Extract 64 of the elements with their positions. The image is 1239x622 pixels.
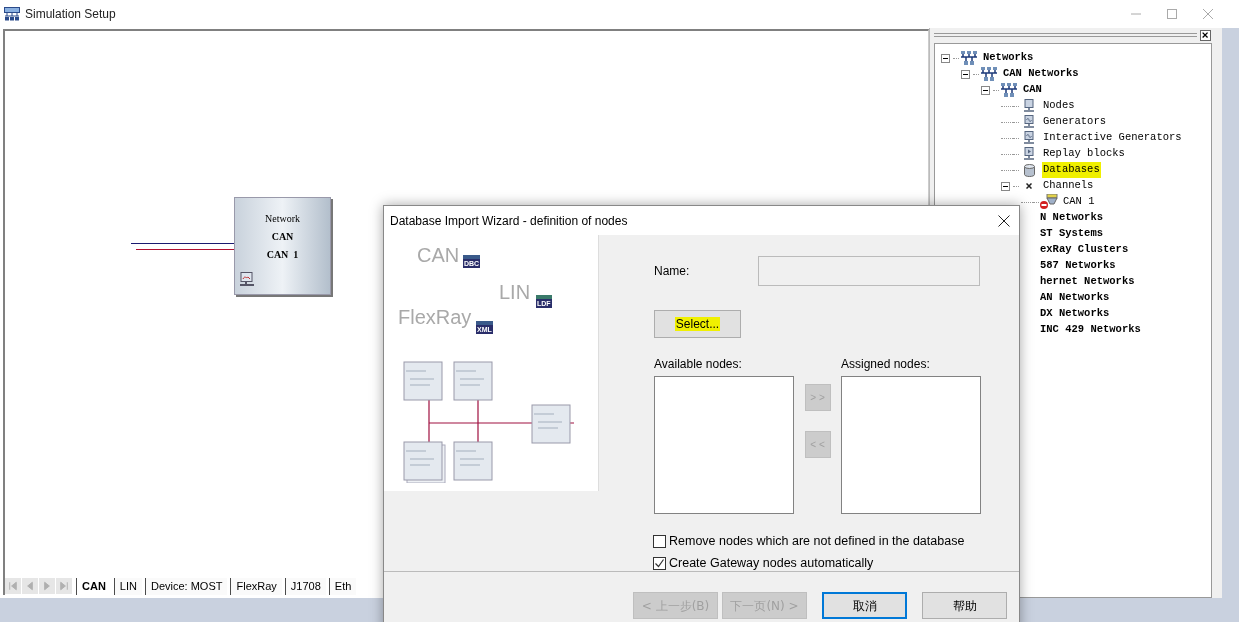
checkbox-label: Remove nodes which are not defined in the database — [669, 532, 965, 550]
select-button[interactable]: Select... — [654, 310, 741, 338]
dialog-title: Database Import Wizard - definition of nodes — [390, 212, 628, 230]
illustration-label: CAN — [417, 243, 460, 268]
close-icon[interactable] — [998, 214, 1010, 227]
available-nodes-list[interactable] — [654, 376, 794, 514]
connector-icon — [1039, 194, 1059, 210]
block-heading: Network — [265, 212, 300, 226]
tree-item[interactable]: Channels — [1042, 178, 1095, 194]
maximize-icon[interactable] — [1167, 9, 1177, 19]
tree-item[interactable]: INC 429 Networks — [1040, 322, 1141, 338]
expander-icon[interactable] — [981, 85, 990, 95]
window-title: Simulation Setup — [25, 6, 116, 23]
checkbox[interactable] — [653, 534, 666, 548]
name-field[interactable] — [758, 256, 980, 286]
illustration-label: LIN — [499, 280, 531, 305]
play-computer-icon — [1023, 147, 1035, 161]
block-type: CAN — [271, 230, 294, 244]
tree-item[interactable]: ST Systems — [1040, 226, 1103, 242]
tree-item[interactable]: hernet Networks — [1040, 274, 1135, 290]
tree-item[interactable]: 587 Networks — [1040, 258, 1116, 274]
network-icon — [1000, 83, 1018, 97]
list-label: Assigned nodes: — [841, 356, 931, 373]
tree-item[interactable]: Interactive Generators — [1042, 130, 1183, 146]
expander-icon[interactable] — [961, 69, 970, 79]
wave-computer-icon — [1023, 115, 1035, 129]
tree-item[interactable]: exRay Clusters — [1040, 242, 1129, 258]
sheet-tab[interactable]: J1708 — [284, 577, 326, 595]
sheet-tab[interactable]: Eth — [328, 577, 357, 595]
network-icon — [960, 51, 978, 65]
expander-icon[interactable] — [1001, 181, 1010, 191]
database-icon — [1023, 163, 1035, 177]
tree-item[interactable]: Replay blocks — [1042, 146, 1126, 162]
computer-icon — [1023, 99, 1035, 113]
computer-icon — [239, 272, 255, 288]
list-label: Available nodes: — [654, 356, 743, 373]
wave-computer-icon — [1023, 131, 1035, 145]
name-label: Name: — [654, 263, 691, 280]
wizard-button[interactable]: 取消 — [822, 592, 907, 619]
app-icon — [4, 7, 20, 21]
tree-item[interactable]: CAN — [1022, 82, 1043, 98]
network-block[interactable]: Network CAN CAN 1 — [234, 197, 331, 295]
assigned-nodes-list[interactable] — [841, 376, 981, 514]
illustration-label: FlexRay — [398, 305, 472, 330]
sheet-tab[interactable]: LIN — [113, 577, 142, 595]
cross-icon — [1026, 183, 1032, 189]
tree-item[interactable]: Networks — [982, 50, 1035, 66]
expander-icon[interactable] — [941, 53, 950, 63]
checkbox[interactable] — [653, 556, 666, 570]
tree-item[interactable]: Nodes — [1042, 98, 1076, 114]
tree-item[interactable]: Databases — [1042, 162, 1101, 178]
wizard-button[interactable]: 帮助 — [922, 592, 1007, 619]
tree-item[interactable]: Generators — [1042, 114, 1107, 130]
tree-item[interactable]: N Networks — [1040, 210, 1103, 226]
sheet-tab[interactable]: Device: MOST — [144, 577, 228, 595]
tree-item[interactable]: AN Networks — [1040, 290, 1110, 306]
block-name: CAN 1 — [266, 248, 299, 262]
checkbox-label: Create Gateway nodes automatically — [669, 554, 874, 572]
sheet-tab[interactable]: FlexRay — [230, 577, 282, 595]
tree-item[interactable]: CAN Networks — [1002, 66, 1080, 82]
close-icon[interactable] — [1200, 29, 1211, 41]
tree-item[interactable]: CAN 1 — [1062, 194, 1096, 210]
network-icon — [980, 67, 998, 81]
tree-item[interactable]: DX Networks — [1040, 306, 1110, 322]
